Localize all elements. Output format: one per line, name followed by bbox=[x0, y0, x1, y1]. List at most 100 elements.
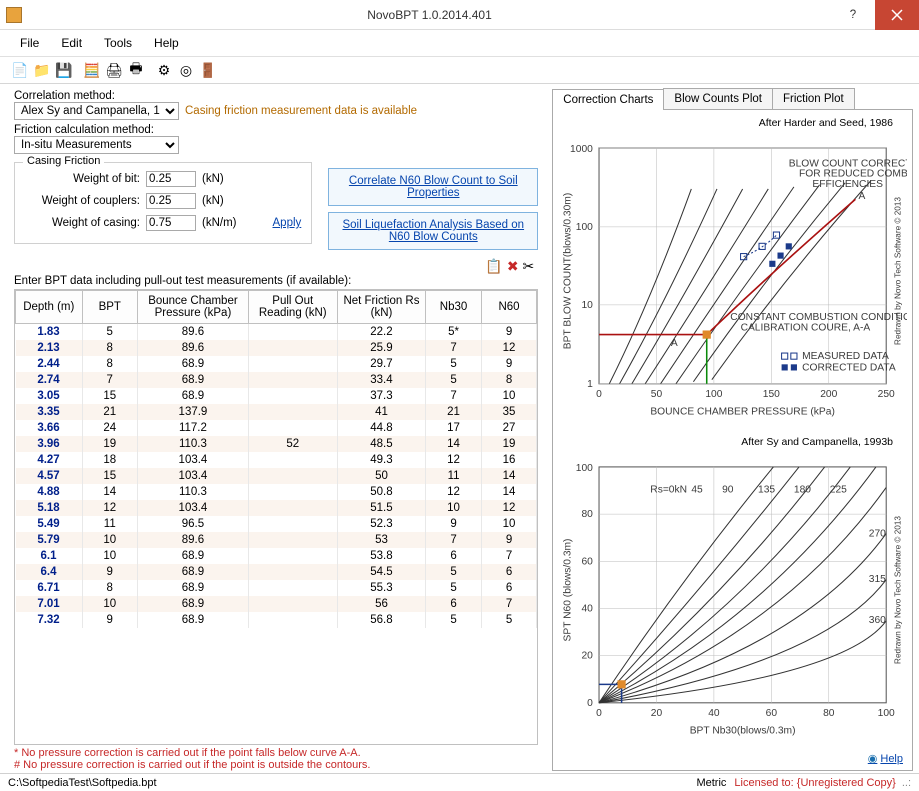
cell[interactable]: 10 bbox=[82, 532, 137, 548]
table-row[interactable]: 7.32968.956.855 bbox=[16, 612, 537, 628]
cell[interactable] bbox=[248, 580, 337, 596]
cell[interactable]: 103.4 bbox=[137, 468, 248, 484]
table-row[interactable]: 3.3521137.9412135 bbox=[16, 404, 537, 420]
apply-link[interactable]: Apply bbox=[273, 217, 302, 229]
cell[interactable]: 68.9 bbox=[137, 388, 248, 404]
cell[interactable]: 19 bbox=[82, 436, 137, 452]
cell[interactable] bbox=[248, 484, 337, 500]
correlation-select[interactable]: Alex Sy and Campanella, 1993 bbox=[14, 102, 179, 120]
cell[interactable]: 103.4 bbox=[137, 452, 248, 468]
table-row[interactable]: 1.83589.622.25*9 bbox=[16, 324, 537, 341]
col-header[interactable]: Pull Out Reading (kN) bbox=[248, 291, 337, 324]
cell[interactable]: 27 bbox=[481, 420, 537, 436]
cell[interactable]: 7 bbox=[481, 548, 537, 564]
cell[interactable]: 7 bbox=[481, 596, 537, 612]
cell[interactable]: 3.05 bbox=[16, 388, 83, 404]
cell[interactable]: 10 bbox=[481, 516, 537, 532]
cell[interactable]: 89.6 bbox=[137, 532, 248, 548]
new-file-icon[interactable]: 📄 bbox=[10, 60, 30, 80]
col-header[interactable]: Bounce Chamber Pressure (kPa) bbox=[137, 291, 248, 324]
menu-edit[interactable]: Edit bbox=[51, 32, 92, 54]
cell[interactable]: 12 bbox=[82, 500, 137, 516]
tab-friction-plot[interactable]: Friction Plot bbox=[772, 88, 855, 109]
cell[interactable]: 12 bbox=[481, 340, 537, 356]
menu-help[interactable]: Help bbox=[144, 32, 189, 54]
cell[interactable]: 9 bbox=[82, 612, 137, 628]
cell[interactable]: 9 bbox=[481, 356, 537, 372]
col-header[interactable]: Depth (m) bbox=[16, 291, 83, 324]
friction-method-select[interactable]: In-situ Measurements bbox=[14, 136, 179, 154]
cell[interactable]: 14 bbox=[481, 468, 537, 484]
help-titlebar-button[interactable]: ? bbox=[831, 0, 875, 30]
cell[interactable]: 17 bbox=[426, 420, 481, 436]
cell[interactable]: 68.9 bbox=[137, 372, 248, 388]
cell[interactable]: 15 bbox=[82, 468, 137, 484]
cell[interactable]: 14 bbox=[426, 436, 481, 452]
cell[interactable]: 4.88 bbox=[16, 484, 83, 500]
cell[interactable]: 12 bbox=[426, 452, 481, 468]
cell[interactable]: 5 bbox=[426, 612, 481, 628]
cell[interactable]: 12 bbox=[481, 500, 537, 516]
cell[interactable] bbox=[248, 564, 337, 580]
tab-correction-charts[interactable]: Correction Charts bbox=[552, 89, 664, 110]
spreadsheet-icon[interactable]: 🧮 bbox=[82, 60, 102, 80]
cell[interactable]: 25.9 bbox=[337, 340, 426, 356]
cell[interactable]: 5 bbox=[426, 580, 481, 596]
cell[interactable]: 5.79 bbox=[16, 532, 83, 548]
cell[interactable]: 7 bbox=[426, 388, 481, 404]
table-row[interactable]: 5.791089.65379 bbox=[16, 532, 537, 548]
cell[interactable]: 89.6 bbox=[137, 324, 248, 341]
tab-blow-counts[interactable]: Blow Counts Plot bbox=[663, 88, 773, 109]
weight-couplers-input[interactable] bbox=[146, 193, 196, 209]
cell[interactable]: 7.32 bbox=[16, 612, 83, 628]
cell[interactable]: 5 bbox=[426, 356, 481, 372]
cell[interactable]: 6 bbox=[426, 548, 481, 564]
cell[interactable]: 6 bbox=[481, 580, 537, 596]
cell[interactable]: 11 bbox=[426, 468, 481, 484]
settings-icon[interactable]: ⚙ bbox=[154, 60, 174, 80]
table-row[interactable]: 6.4968.954.556 bbox=[16, 564, 537, 580]
cell[interactable]: 21 bbox=[82, 404, 137, 420]
cell[interactable]: 9 bbox=[481, 324, 537, 341]
cell[interactable]: 33.4 bbox=[337, 372, 426, 388]
cell[interactable]: 50 bbox=[337, 468, 426, 484]
cell[interactable]: 5 bbox=[426, 372, 481, 388]
cell[interactable]: 110.3 bbox=[137, 436, 248, 452]
cell[interactable]: 68.9 bbox=[137, 356, 248, 372]
close-button[interactable] bbox=[875, 0, 919, 30]
cell[interactable]: 15 bbox=[82, 388, 137, 404]
cell[interactable]: 18 bbox=[82, 452, 137, 468]
cell[interactable] bbox=[248, 388, 337, 404]
cell[interactable]: 4.27 bbox=[16, 452, 83, 468]
table-row[interactable]: 4.5715103.4501114 bbox=[16, 468, 537, 484]
cell[interactable]: 9 bbox=[426, 516, 481, 532]
menu-file[interactable]: File bbox=[10, 32, 49, 54]
table-row[interactable]: 5.1812103.451.51012 bbox=[16, 500, 537, 516]
cell[interactable]: 37.3 bbox=[337, 388, 426, 404]
table-row[interactable]: 4.8814110.350.81214 bbox=[16, 484, 537, 500]
cell[interactable]: 41 bbox=[337, 404, 426, 420]
cell[interactable] bbox=[248, 468, 337, 484]
table-row[interactable]: 6.71868.955.356 bbox=[16, 580, 537, 596]
cell[interactable]: 8 bbox=[481, 372, 537, 388]
correlate-n60-link[interactable]: Correlate N60 Blow Count to Soil Propert… bbox=[328, 168, 538, 206]
col-header[interactable]: BPT bbox=[82, 291, 137, 324]
cell[interactable]: 56.8 bbox=[337, 612, 426, 628]
cell[interactable]: 5* bbox=[426, 324, 481, 341]
table-row[interactable]: 6.11068.953.867 bbox=[16, 548, 537, 564]
cell[interactable]: 7 bbox=[82, 372, 137, 388]
cell[interactable]: 6 bbox=[426, 596, 481, 612]
cell[interactable]: 3.35 bbox=[16, 404, 83, 420]
cell[interactable] bbox=[248, 372, 337, 388]
cell[interactable]: 10 bbox=[82, 548, 137, 564]
help-link[interactable]: ◉ Help bbox=[558, 752, 907, 765]
cell[interactable]: 44.8 bbox=[337, 420, 426, 436]
cell[interactable]: 55.3 bbox=[337, 580, 426, 596]
table-row[interactable]: 7.011068.95667 bbox=[16, 596, 537, 612]
cell[interactable]: 5 bbox=[481, 612, 537, 628]
open-file-icon[interactable]: 📁 bbox=[32, 60, 52, 80]
cell[interactable]: 11 bbox=[82, 516, 137, 532]
target-icon[interactable]: ◎ bbox=[176, 60, 196, 80]
cell[interactable]: 1.83 bbox=[16, 324, 83, 341]
cell[interactable]: 68.9 bbox=[137, 596, 248, 612]
